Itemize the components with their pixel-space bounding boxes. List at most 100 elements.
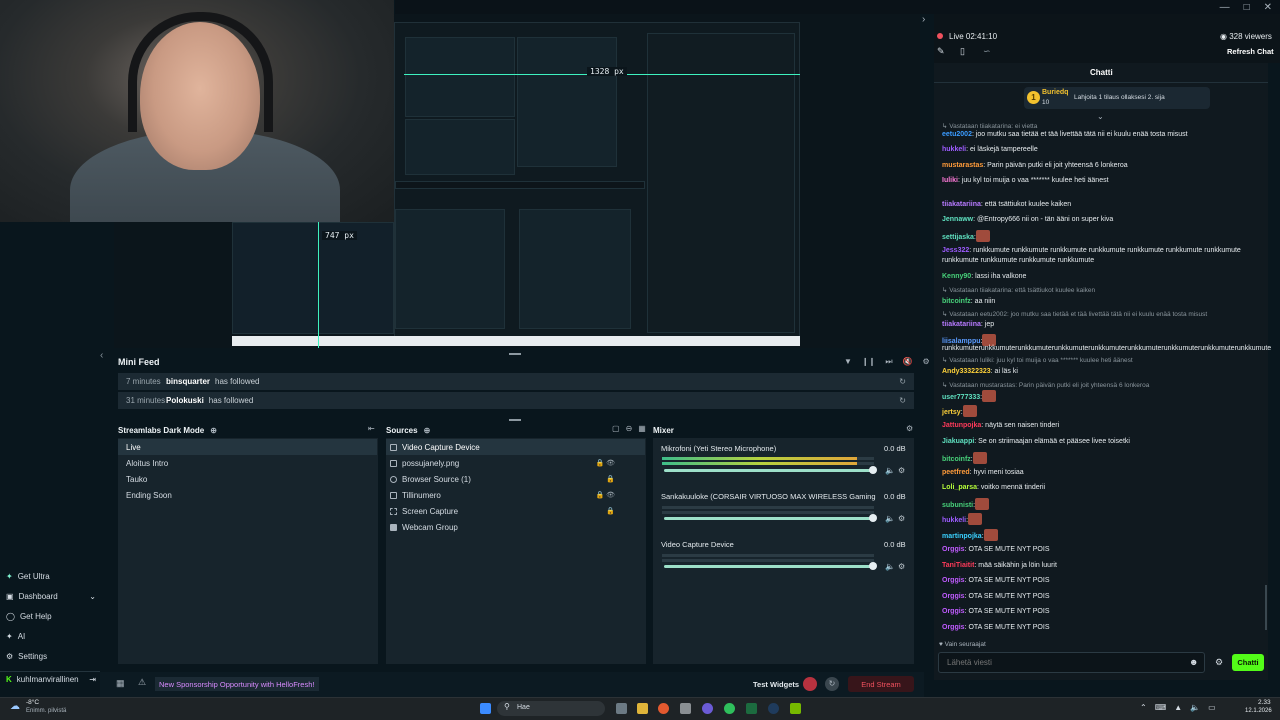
chat-username[interactable]: tiiakatariina xyxy=(942,201,981,208)
lock-icon[interactable]: 🔒 xyxy=(606,475,615,483)
filter-icon[interactable]: ▼ xyxy=(844,357,852,367)
chat-username[interactable]: Orggis xyxy=(942,624,965,631)
refresh-chat-button[interactable]: Refresh Chat xyxy=(1227,47,1274,56)
source-item[interactable]: Browser Source (1) 🔒 xyxy=(386,471,645,487)
nav-ai[interactable]: ✦ AI xyxy=(6,632,96,641)
volume-slider[interactable] xyxy=(664,514,877,522)
chat-username[interactable]: Orggis xyxy=(942,608,965,615)
taskbar-search[interactable]: ⚲ Hae xyxy=(497,701,605,716)
link-icon[interactable]: ∽ xyxy=(983,46,991,57)
discord-icon[interactable] xyxy=(702,703,713,714)
chat-username[interactable]: martinpojka xyxy=(942,533,982,540)
source-item[interactable]: Webcam Group xyxy=(386,519,645,535)
lock-icon[interactable]: 🔒 xyxy=(606,507,615,515)
chat-username[interactable]: Orggis xyxy=(942,577,965,584)
gear-icon[interactable]: ⚙ xyxy=(898,562,905,571)
send-chat-button[interactable]: Chatti xyxy=(1232,654,1264,671)
task-view-icon[interactable] xyxy=(616,703,627,714)
source-item[interactable]: Tillinumero 🔒 👁 xyxy=(386,487,645,503)
source-item[interactable]: Video Capture Device xyxy=(386,439,645,455)
record-button[interactable] xyxy=(803,677,817,691)
add-scene-icon[interactable]: ⊕ xyxy=(210,426,217,435)
chat-username[interactable]: hukkeli xyxy=(942,146,966,153)
slider-knob[interactable] xyxy=(869,562,877,570)
remove-source-icon[interactable]: ⊖ xyxy=(626,424,633,433)
drag-handle[interactable] xyxy=(509,419,521,421)
chat-username[interactable]: Orggis xyxy=(942,546,965,553)
collapse-left-icon[interactable]: ‹ xyxy=(100,350,103,361)
mute-icon[interactable]: 🔇 xyxy=(903,357,913,367)
chat-username[interactable]: Jattunpojka xyxy=(942,422,981,429)
chat-username[interactable]: eetu2002 xyxy=(942,131,972,138)
chat-username[interactable]: hukkeli xyxy=(942,517,966,524)
nav-dashboard[interactable]: ▣ Dashboard ⌄ xyxy=(6,592,96,601)
chat-username[interactable]: tiiakatariina xyxy=(942,321,981,328)
chat-username[interactable]: subunisti xyxy=(942,502,973,509)
clock-time[interactable]: 2.33 xyxy=(1258,699,1271,706)
chat-username[interactable]: Jiakuappi xyxy=(942,438,974,445)
streamlabs-icon[interactable] xyxy=(746,703,757,714)
scene-item[interactable]: Live xyxy=(118,439,377,455)
source-item[interactable]: possujanely.png 🔒 👁 xyxy=(386,455,645,471)
mixer-settings-icon[interactable]: ⚙ xyxy=(906,424,913,433)
chat-username[interactable]: user777333 xyxy=(942,394,980,401)
slider-knob[interactable] xyxy=(869,514,877,522)
edit-icon[interactable]: ✎ xyxy=(937,46,945,57)
chat-username[interactable]: Loli_parsa xyxy=(942,484,977,491)
nav-settings[interactable]: ⚙ Settings xyxy=(6,652,96,661)
share-icon[interactable]: ▯ xyxy=(960,46,965,57)
scene-transition-icon[interactable]: ⇤ xyxy=(368,424,375,433)
folder-icon[interactable]: ▦ xyxy=(638,424,646,433)
replay-buffer-icon[interactable]: ↻ xyxy=(825,677,839,691)
add-source-icon[interactable]: ⊕ xyxy=(424,426,431,435)
volume-slider[interactable] xyxy=(664,562,877,570)
user-account[interactable]: Kkuhlmanvirallinen ⇥ xyxy=(6,675,96,684)
app-icon[interactable] xyxy=(680,703,691,714)
chat-settings-icon[interactable]: ⚙ xyxy=(1215,657,1223,668)
chat-username[interactable]: Andy33322323 xyxy=(942,368,991,375)
chat-username[interactable]: Jess322 xyxy=(942,247,969,254)
maximize-icon[interactable]: □ xyxy=(1244,2,1250,13)
speaker-icon[interactable]: 🔈 xyxy=(885,514,895,523)
chat-username[interactable]: Kenny90 xyxy=(942,273,971,280)
test-widgets-label[interactable]: Test Widgets xyxy=(753,680,799,689)
nvidia-icon[interactable] xyxy=(790,703,801,714)
chat-username[interactable]: TaniTiaitit xyxy=(942,562,974,569)
chat-username[interactable]: jertsy xyxy=(942,409,961,416)
minimize-icon[interactable]: — xyxy=(1220,2,1230,13)
chat-username[interactable]: bitcoinfz xyxy=(942,456,971,463)
windows-start-icon[interactable] xyxy=(480,703,491,714)
refresh-icon[interactable]: ↻ xyxy=(899,396,906,405)
weather-temp[interactable]: -8°C xyxy=(26,699,39,706)
chat-username[interactable]: mustarastas xyxy=(942,162,983,169)
slider-knob[interactable] xyxy=(869,466,877,474)
nav-get-ultra[interactable]: ✦ Get Ultra xyxy=(6,572,96,581)
chat-username[interactable]: Orggis xyxy=(942,593,965,600)
scroll-down-icon[interactable]: ⌄ xyxy=(1097,112,1104,121)
close-icon[interactable]: ✕ xyxy=(1264,2,1272,13)
chat-input[interactable] xyxy=(938,652,1205,673)
logout-icon[interactable]: ⇥ xyxy=(89,675,96,684)
steam-icon[interactable] xyxy=(768,703,779,714)
source-settings-icon[interactable]: ▢ xyxy=(612,424,620,433)
chat-username[interactable]: bitcoinfz xyxy=(942,298,971,305)
chat-username[interactable]: Iuliki xyxy=(942,177,958,184)
battery-icon[interactable]: ▭ xyxy=(1208,703,1216,712)
emoji-icon[interactable]: ☻ xyxy=(1189,657,1198,667)
refresh-icon[interactable]: ↻ xyxy=(899,377,906,386)
tray-chevron-icon[interactable]: ⌃ xyxy=(1140,703,1147,712)
speaker-icon[interactable]: 🔈 xyxy=(885,562,895,571)
skip-icon[interactable]: ⏭ xyxy=(885,357,892,367)
gear-icon[interactable]: ⚙ xyxy=(898,466,905,475)
lock-visibility-icons[interactable]: 🔒 👁 xyxy=(595,491,615,499)
file-explorer-icon[interactable] xyxy=(637,703,648,714)
alert-icon[interactable]: ⚠ xyxy=(138,677,146,688)
chat-username[interactable]: peetfred xyxy=(942,469,970,476)
weather-icon[interactable]: ☁ xyxy=(10,701,20,712)
nav-get-help[interactable]: ◯ Get Help xyxy=(6,612,96,621)
chat-scrollbar[interactable] xyxy=(1265,585,1267,630)
clock-date[interactable]: 12.1.2026 xyxy=(1245,708,1272,714)
end-stream-button[interactable]: End Stream xyxy=(848,676,914,692)
collapse-chat-icon[interactable]: › xyxy=(922,14,925,25)
gear-icon[interactable]: ⚙ xyxy=(898,514,905,523)
